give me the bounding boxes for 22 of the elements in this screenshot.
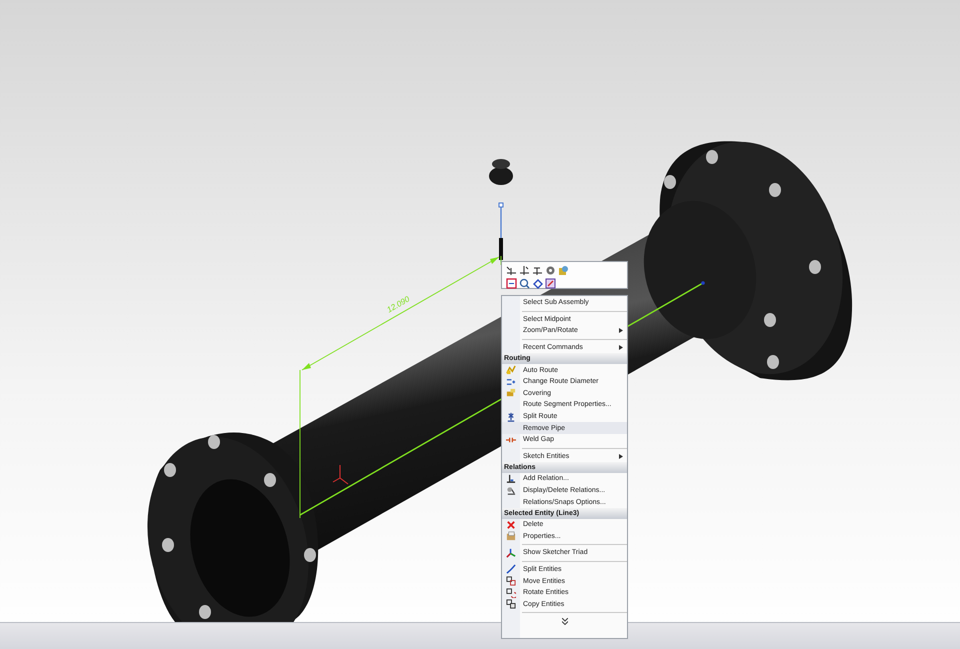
split-icon <box>506 412 516 422</box>
arrows-icon <box>506 376 516 387</box>
curve-icon <box>506 564 516 574</box>
copy-icon <box>506 599 516 610</box>
axis-icon <box>332 464 348 484</box>
move-icon <box>506 576 516 586</box>
covering-icon <box>506 388 516 398</box>
submenu-arrow-icon <box>619 328 623 334</box>
submenu-arrow-icon <box>619 344 623 350</box>
gap-icon <box>506 434 516 445</box>
properties-icon <box>506 531 516 542</box>
relations-icon <box>506 486 516 496</box>
zoom-icon[interactable] <box>519 278 530 289</box>
route-icon <box>506 365 516 376</box>
triad-icon <box>506 548 516 558</box>
submenu-arrow-icon <box>619 454 623 459</box>
delete-icon <box>506 520 516 530</box>
rotate-icon <box>506 588 516 598</box>
diamond-icon[interactable] <box>532 278 543 289</box>
expand-chevron-icon[interactable] <box>562 618 568 625</box>
nut-drawing <box>489 159 513 185</box>
relation-icon <box>506 474 516 484</box>
